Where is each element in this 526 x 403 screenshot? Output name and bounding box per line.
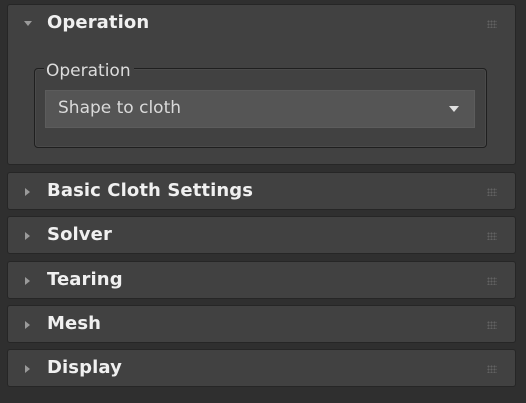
rollout-solver: Solver	[7, 216, 516, 254]
triangle-right-icon	[25, 321, 30, 329]
triangle-right-icon	[25, 277, 30, 285]
rollout-header-mesh[interactable]: Mesh	[8, 306, 515, 346]
triangle-down-icon	[24, 21, 32, 26]
triangle-right-icon	[25, 232, 30, 240]
modifier-panel: Operation Operation Shape to cloth Basic…	[0, 0, 526, 403]
rollout-title: Tearing	[47, 269, 123, 290]
rollout-header-basic-cloth-settings[interactable]: Basic Cloth Settings	[8, 173, 515, 213]
triangle-right-icon	[25, 365, 30, 373]
rollout-header-operation[interactable]: Operation	[8, 5, 515, 45]
dropdown-arrow-icon	[449, 106, 459, 112]
rollout-display: Display	[7, 349, 516, 387]
rollout-basic-cloth-settings: Basic Cloth Settings	[7, 172, 516, 210]
drag-grip-icon[interactable]	[487, 20, 497, 28]
drag-grip-icon[interactable]	[487, 321, 497, 329]
rollout-header-display[interactable]: Display	[8, 350, 515, 390]
operation-group-label: Operation	[44, 59, 134, 83]
rollout-title: Mesh	[47, 313, 102, 334]
drag-grip-icon[interactable]	[487, 365, 497, 373]
dropdown-value: Shape to cloth	[58, 98, 182, 118]
drag-grip-icon[interactable]	[487, 232, 497, 240]
rollout-tearing: Tearing	[7, 261, 516, 299]
drag-grip-icon[interactable]	[487, 277, 497, 285]
operation-dropdown[interactable]: Shape to cloth	[45, 90, 475, 128]
triangle-right-icon	[25, 188, 30, 196]
drag-grip-icon[interactable]	[487, 188, 497, 196]
rollout-title: Basic Cloth Settings	[47, 180, 254, 201]
rollout-mesh: Mesh	[7, 305, 516, 343]
rollout-header-tearing[interactable]: Tearing	[8, 262, 515, 302]
rollout-title: Operation	[47, 12, 150, 33]
rollout-header-solver[interactable]: Solver	[8, 217, 515, 257]
rollout-title: Solver	[47, 224, 112, 245]
rollout-title: Display	[47, 357, 122, 378]
